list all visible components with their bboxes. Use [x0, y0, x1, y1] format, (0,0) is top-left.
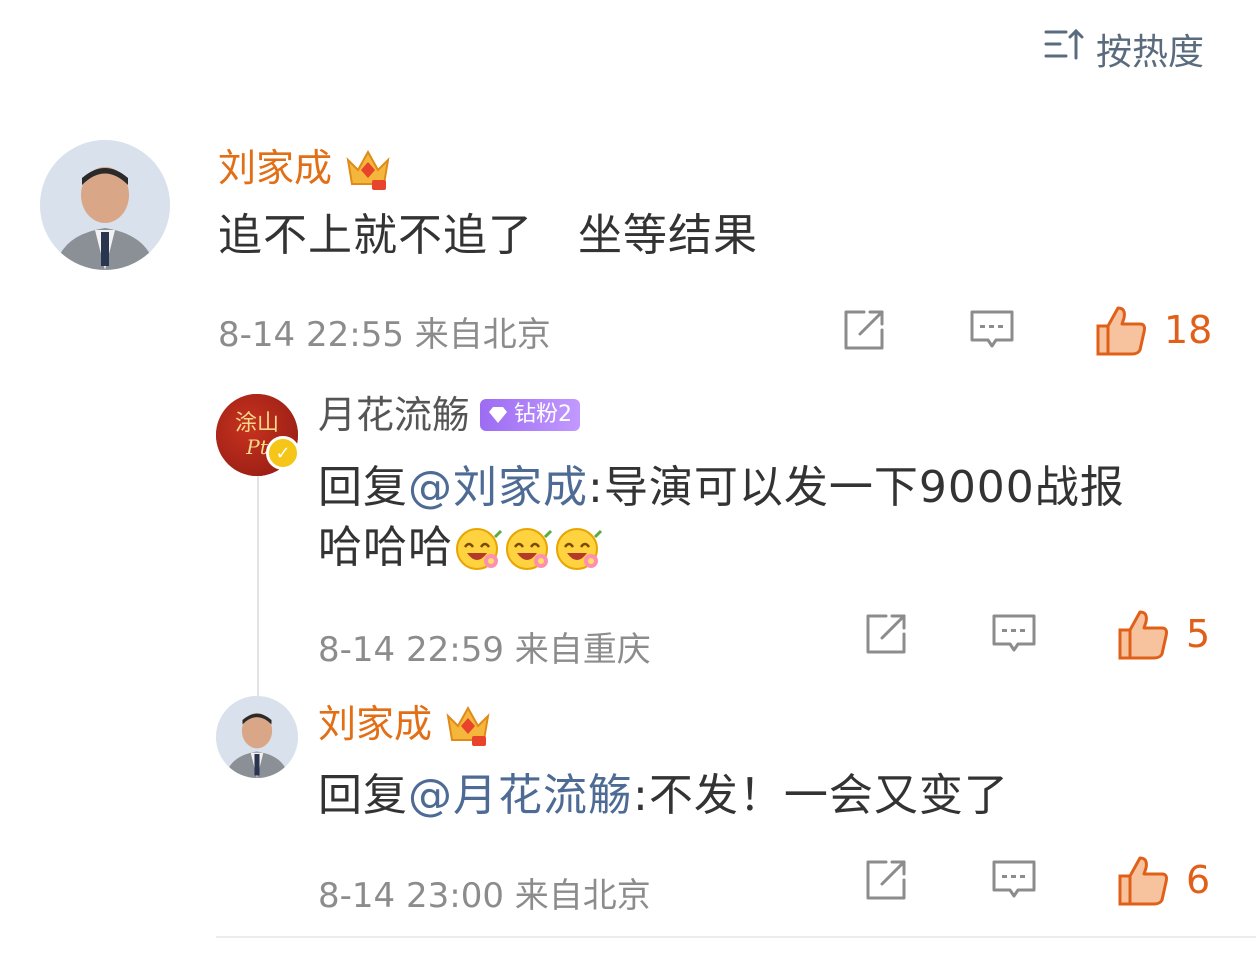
crown-icon: [342, 142, 394, 194]
laughing-flower-emoji: [453, 523, 503, 573]
reply-meta: 8-14 22:59 来自重庆: [318, 622, 651, 671]
like-icon: [1116, 606, 1172, 662]
reply-author[interactable]: 月花流觞 钻粉2: [318, 396, 581, 434]
like-icon: [1094, 302, 1150, 358]
comment-meta: 8-14 22:55 来自北京: [218, 307, 551, 356]
comment-time: 8-14 22:55: [218, 315, 404, 355]
comment-icon[interactable]: [990, 856, 1038, 904]
diamond-icon: [489, 407, 508, 423]
thread-line: [257, 468, 259, 698]
share-icon[interactable]: [862, 610, 910, 658]
reply-meta: 8-14 23:00 来自北京: [318, 868, 651, 917]
like-count: 5: [1186, 612, 1211, 656]
avatar[interactable]: 涂山 Pt ✓: [216, 394, 300, 476]
reply-author[interactable]: 刘家成: [318, 698, 494, 750]
like-icon: [1116, 852, 1172, 908]
comment-author[interactable]: 刘家成: [218, 142, 394, 194]
reply-time: 8-14 23:00: [318, 876, 504, 916]
crown-icon: [442, 698, 494, 750]
fan-badge: 钻粉2: [480, 399, 581, 431]
like-button[interactable]: 5: [1116, 606, 1210, 662]
laughing-flower-emoji: [503, 523, 553, 573]
like-count: 6: [1186, 858, 1211, 902]
comment-text: 追不上就不追了 坐等结果: [218, 210, 758, 261]
like-button[interactable]: 6: [1116, 852, 1210, 908]
comment-icon[interactable]: [968, 306, 1016, 354]
mention-link[interactable]: @月花流觞: [408, 770, 633, 821]
sort-by-hot-button[interactable]: 按热度: [1042, 22, 1204, 75]
reply-location: 来自北京: [514, 876, 651, 916]
sort-label: 按热度: [1095, 31, 1204, 73]
sort-icon: [1042, 22, 1086, 75]
reply-text: 回复@月花流觞:不发！一会又变了: [318, 770, 1009, 821]
comment-location: 来自北京: [414, 315, 551, 355]
laughing-flower-emoji: [553, 523, 603, 573]
like-button[interactable]: 18: [1094, 302, 1212, 358]
like-count: 18: [1164, 308, 1213, 352]
divider: [216, 936, 1256, 938]
avatar[interactable]: [216, 696, 298, 778]
avatar[interactable]: [40, 140, 170, 270]
reply-text: 回复@刘家成:导演可以发一下9000战报 哈哈哈: [318, 462, 1125, 573]
share-icon[interactable]: [862, 856, 910, 904]
reply-location: 来自重庆: [514, 630, 651, 670]
share-icon[interactable]: [840, 306, 888, 354]
reply-time: 8-14 22:59: [318, 630, 504, 670]
mention-link[interactable]: @刘家成: [408, 462, 588, 513]
comment-icon[interactable]: [990, 610, 1038, 658]
verified-icon: ✓: [266, 436, 300, 470]
